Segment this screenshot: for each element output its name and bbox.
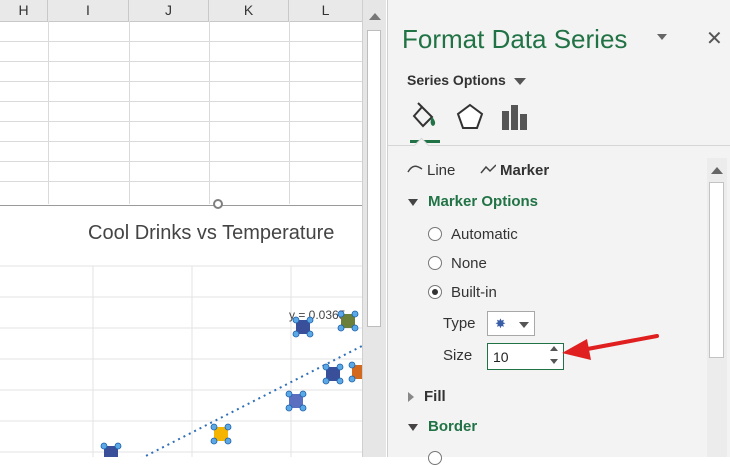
collapse-triangle-icon (408, 423, 418, 431)
bar-chart-icon (502, 105, 527, 130)
grid-line (0, 81, 362, 82)
subtab-marker[interactable]: Marker (480, 162, 549, 179)
radio-circle[interactable] (428, 256, 442, 271)
scroll-thumb[interactable] (709, 182, 724, 358)
close-icon[interactable]: ✕ (706, 26, 723, 51)
column-header-j[interactable]: J (129, 0, 209, 21)
column-header-h[interactable]: H (0, 0, 48, 21)
scatter-chart[interactable]: Cool Drinks vs Temperature y = 0.0365 (0, 205, 362, 457)
column-header-bar: H I J K L (0, 0, 362, 22)
column-header-k[interactable]: K (209, 0, 289, 21)
subtab-line-label: Line (427, 162, 456, 179)
spin-up-icon[interactable] (550, 346, 558, 351)
radio-none-label: None (451, 255, 487, 272)
grid-line (0, 61, 362, 62)
section-fill[interactable]: Fill (408, 388, 446, 405)
series-options-label: Series Options (407, 72, 506, 88)
radio-automatic-label: Automatic (451, 226, 518, 243)
chart-resize-handle[interactable] (213, 199, 223, 209)
grid-line (0, 41, 362, 42)
data-point[interactable] (210, 423, 232, 445)
pane-options-chevron-icon[interactable] (657, 34, 667, 40)
line-icon (407, 165, 423, 173)
grid-line (0, 141, 362, 142)
grid-line (209, 21, 210, 204)
spin-down-icon[interactable] (550, 359, 558, 364)
section-marker-options[interactable]: Marker Options (408, 193, 538, 210)
column-header-l[interactable]: L (289, 0, 362, 21)
subtab-line[interactable]: Line (407, 162, 455, 179)
trendline[interactable] (130, 345, 362, 457)
grid-line (129, 21, 130, 204)
chart-plot-area[interactable]: y = 0.0365 (0, 206, 362, 457)
scroll-thumb[interactable] (367, 30, 381, 327)
data-point[interactable] (337, 310, 359, 332)
marker-line-icon (480, 164, 496, 174)
chevron-down-icon (513, 77, 526, 85)
tab-effects[interactable] (455, 102, 485, 137)
section-border-label: Border (428, 418, 478, 435)
tab-series-options[interactable] (499, 102, 529, 137)
radio-none[interactable]: None (428, 255, 487, 272)
radio-circle-selected[interactable] (428, 285, 442, 300)
format-data-series-pane: Format Data Series ✕ Series Options Line… (387, 0, 730, 465)
pentagon-icon (456, 103, 484, 129)
tab-fill-line[interactable] (408, 102, 438, 137)
section-border[interactable]: Border (408, 418, 477, 435)
grid-line (0, 161, 362, 162)
series-options-dropdown[interactable]: Series Options (407, 72, 526, 88)
divider (388, 137, 730, 154)
grid-line (289, 21, 290, 204)
data-point[interactable] (100, 442, 122, 457)
scroll-up-arrow-icon[interactable] (369, 13, 381, 20)
data-point[interactable] (292, 316, 314, 338)
subtab-marker-label: Marker (500, 162, 550, 179)
expand-triangle-icon (408, 392, 414, 403)
scroll-up-arrow-icon[interactable] (711, 167, 723, 174)
grid-line (0, 121, 362, 122)
data-point[interactable] (322, 363, 344, 385)
type-label: Type (443, 315, 476, 332)
section-fill-label: Fill (424, 388, 446, 405)
collapse-triangle-icon (408, 198, 418, 206)
paint-bucket-icon (412, 102, 436, 128)
data-point[interactable] (348, 361, 362, 383)
grid-line (0, 101, 362, 102)
section-marker-options-label: Marker Options (428, 193, 539, 210)
worksheet: H I J K L Cool Drinks vs Temperature y =… (0, 0, 362, 457)
grid-line (0, 181, 362, 182)
size-label: Size (443, 347, 473, 364)
sheet-vertical-scrollbar[interactable] (362, 0, 386, 457)
data-point[interactable] (285, 390, 307, 412)
red-arrow-annotation (562, 334, 659, 360)
radio-automatic[interactable]: Automatic (428, 226, 518, 243)
pane-title: Format Data Series (402, 24, 628, 54)
grid-line (48, 21, 49, 204)
column-header-i[interactable]: I (48, 0, 129, 21)
pane-vertical-scrollbar[interactable] (707, 158, 727, 457)
radio-circle[interactable] (428, 227, 442, 242)
chevron-down-icon (519, 322, 529, 328)
marker-type-icon: ✸ (495, 316, 506, 331)
marker-type-dropdown[interactable]: ✸ (487, 311, 535, 336)
radio-built-in-label: Built-in (451, 284, 497, 301)
radio-circle[interactable] (428, 451, 442, 465)
radio-built-in[interactable]: Built-in (428, 284, 497, 301)
